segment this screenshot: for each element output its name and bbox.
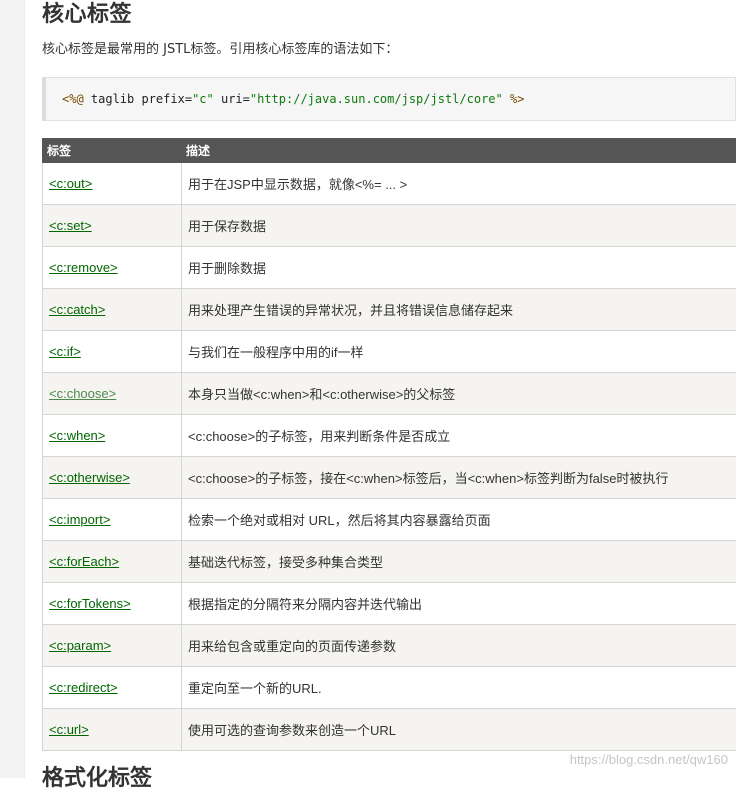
tag-cell: <c:redirect> (43, 667, 182, 709)
table-row: <c:if> 与我们在一般程序中用的if一样 (43, 331, 736, 373)
table-row: <c:forTokens> 根据指定的分隔符来分隔内容并迭代输出 (43, 583, 736, 625)
section-intro: 核心标签是最常用的 JSTL标签。引用核心标签库的语法如下： (42, 41, 736, 59)
table-row: <c:url> 使用可选的查询参数来创造一个URL (43, 709, 736, 751)
table-body: <c:out> 用于在JSP中显示数据，就像<%= ... > <c:set> 用于保… (43, 163, 736, 751)
description-cell: 重定向至一个新的URL. (182, 667, 736, 709)
code-block: <%@ taglib prefix="c" uri="http://java.s… (42, 77, 736, 121)
description-cell: 检索一个绝对或相对 URL，然后将其内容暴露给页面 (182, 499, 736, 541)
description-cell: <c:choose>的子标签，用来判断条件是否成立 (182, 415, 736, 457)
description-cell: 基础迭代标签，接受多种集合类型 (182, 541, 736, 583)
table-row: <c:otherwise> <c:choose>的子标签，接在<c:when>标签… (43, 457, 736, 499)
tag-cell: <c:forEach> (43, 541, 182, 583)
watermark: https://blog.csdn.net/qw160 (570, 752, 728, 767)
tag-link[interactable]: <c:if> (49, 344, 81, 359)
description-cell: 用于在JSP中显示数据，就像<%= ... > (182, 163, 736, 205)
tag-cell: <c:remove> (43, 247, 182, 289)
description-cell: 用来处理产生错误的异常状况，并且将错误信息储存起来 (182, 289, 736, 331)
tag-link[interactable]: <c:url> (49, 722, 89, 737)
description-cell: <c:choose>的子标签，接在<c:when>标签后，当<c:when>标签… (182, 457, 736, 499)
table-row: <c:remove> 用于删除数据 (43, 247, 736, 289)
tag-cell: <c:if> (43, 331, 182, 373)
description-cell: 与我们在一般程序中用的if一样 (182, 331, 736, 373)
table-row: <c:catch> 用来处理产生错误的异常状况，并且将错误信息储存起来 (43, 289, 736, 331)
header-description: 描述 (182, 139, 736, 163)
tag-link[interactable]: <c:catch> (49, 302, 105, 317)
section-title: 核心标签 (42, 0, 736, 28)
tag-link[interactable]: <c:redirect> (49, 680, 118, 695)
tag-cell: <c:import> (43, 499, 182, 541)
tag-cell: <c:forTokens> (43, 583, 182, 625)
tag-cell: <c:otherwise> (43, 457, 182, 499)
code-open: <%@ (62, 92, 84, 106)
table-row: <c:param> 用来给包含或重定向的页面传递参数 (43, 625, 736, 667)
tag-link[interactable]: <c:set> (49, 218, 92, 233)
table-row: <c:out> 用于在JSP中显示数据，就像<%= ... > (43, 163, 736, 205)
description-cell: 根据指定的分隔符来分隔内容并迭代输出 (182, 583, 736, 625)
tag-cell: <c:out> (43, 163, 182, 205)
tag-cell: <c:url> (43, 709, 182, 751)
core-tags-table: 标签 描述 <c:out>用于在JSP中显示数据，就像<%= ... ><c:s… (42, 138, 736, 751)
article-content: 核心标签 核心标签是最常用的 JSTL标签。引用核心标签库的语法如下： <%@ … (42, 0, 736, 751)
table-row: <c:set> 用于保存数据 (43, 205, 736, 247)
next-section-title: 格式化标签 (42, 766, 152, 792)
table-row: <c:forEach> 基础迭代标签，接受多种集合类型 (43, 541, 736, 583)
description-cell: 本身只当做<c:when>和<c:otherwise>的父标签 (182, 373, 736, 415)
tag-link[interactable]: <c:when> (49, 428, 105, 443)
header-tag: 标签 (43, 139, 182, 163)
code-attr-uri: uri= (214, 92, 250, 106)
table-row: <c:when> <c:choose>的子标签，用来判断条件是否成立 (43, 415, 736, 457)
code-value-uri: "http://java.sun.com/jsp/jstl/core" (250, 92, 503, 106)
tag-cell: <c:set> (43, 205, 182, 247)
tag-cell: <c:choose> (43, 373, 182, 415)
tag-link[interactable]: <c:remove> (49, 260, 118, 275)
code-close: %> (503, 92, 525, 106)
tag-link[interactable]: <c:forEach> (49, 554, 119, 569)
left-rail (0, 0, 25, 778)
code-keyword: taglib (84, 92, 142, 106)
table-row: <c:choose> 本身只当做<c:when>和<c:otherwise>的父标… (43, 373, 736, 415)
description-cell: 用于删除数据 (182, 247, 736, 289)
tag-link[interactable]: <c:param> (49, 638, 111, 653)
code-value-prefix: "c" (192, 92, 214, 106)
tag-link[interactable]: <c:import> (49, 512, 110, 527)
tag-cell: <c:catch> (43, 289, 182, 331)
tag-link[interactable]: <c:choose> (49, 386, 116, 401)
tag-cell: <c:param> (43, 625, 182, 667)
tag-link[interactable]: <c:out> (49, 176, 92, 191)
table-row: <c:redirect> 重定向至一个新的URL. (43, 667, 736, 709)
table-header-row: 标签 描述 (43, 139, 736, 163)
description-cell: 用于保存数据 (182, 205, 736, 247)
table-row: <c:import> 检索一个绝对或相对 URL，然后将其内容暴露给页面 (43, 499, 736, 541)
description-cell: 使用可选的查询参数来创造一个URL (182, 709, 736, 751)
tag-cell: <c:when> (43, 415, 182, 457)
code-attr-prefix: prefix= (141, 92, 192, 106)
description-cell: 用来给包含或重定向的页面传递参数 (182, 625, 736, 667)
tag-link[interactable]: <c:forTokens> (49, 596, 131, 611)
tag-link[interactable]: <c:otherwise> (49, 470, 130, 485)
